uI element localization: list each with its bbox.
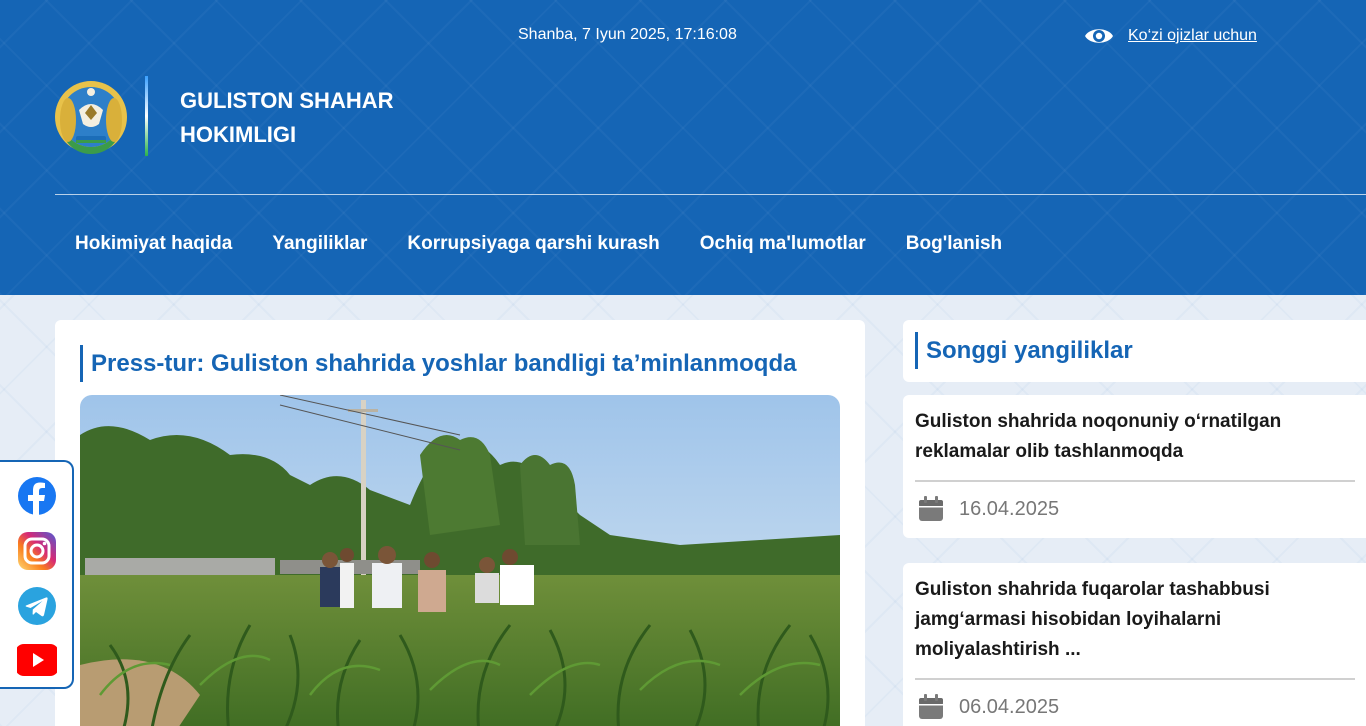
field-photo bbox=[80, 395, 840, 726]
state-emblem-icon[interactable] bbox=[54, 80, 128, 154]
news-card[interactable]: Guliston shahrida fuqarolar tashabbusi j… bbox=[903, 563, 1366, 726]
news-date: 06.04.2025 bbox=[959, 695, 1060, 718]
calendar-icon bbox=[919, 496, 943, 521]
facebook-icon bbox=[18, 477, 56, 515]
article-image[interactable] bbox=[80, 395, 840, 726]
organization-title[interactable]: GULISTON SHAHAR HOKIMLIGI bbox=[180, 84, 394, 152]
latest-news-header: Songgi yangiliklar bbox=[903, 320, 1366, 382]
nav-item-ochiq-malumotlar[interactable]: Ochiq ma'lumotlar bbox=[700, 233, 866, 255]
facebook-link[interactable] bbox=[17, 476, 57, 516]
organization-title-line1: GULISTON SHAHAR bbox=[180, 88, 394, 113]
youtube-link[interactable] bbox=[17, 640, 57, 680]
current-datetime: Shanba, 7 Iyun 2025, 17:16:08 bbox=[518, 26, 737, 43]
instagram-icon bbox=[18, 532, 56, 570]
latest-news-heading: Songgi yangiliklar bbox=[915, 332, 1133, 369]
organization-title-line2: HOKIMLIGI bbox=[180, 122, 297, 147]
news-title[interactable]: Guliston shahrida fuqarolar tashabbusi j… bbox=[915, 575, 1355, 665]
news-date: 16.04.2025 bbox=[959, 497, 1060, 520]
news-title[interactable]: Guliston shahrida noqonuniy o‘rnatilgan … bbox=[915, 407, 1355, 467]
news-card[interactable]: Guliston shahrida noqonuniy o‘rnatilgan … bbox=[903, 395, 1366, 538]
eye-icon bbox=[1085, 29, 1113, 43]
nav-item-yangiliklar[interactable]: Yangiliklar bbox=[272, 233, 367, 255]
news-divider bbox=[915, 678, 1355, 680]
accessibility-link[interactable]: Ko‘zi ojizlar uchun bbox=[1128, 27, 1257, 45]
accessibility-toggle[interactable]: Ko‘zi ojizlar uchun bbox=[1084, 24, 1257, 48]
logo-divider bbox=[145, 76, 148, 156]
nav-item-korrupsiyaga-qarshi-kurash[interactable]: Korrupsiyaga qarshi kurash bbox=[407, 233, 659, 255]
calendar-icon bbox=[919, 694, 943, 719]
nav-item-boglanish[interactable]: Bog'lanish bbox=[906, 233, 1002, 255]
nav-item-hokimiyat-haqida[interactable]: Hokimiyat haqida bbox=[75, 233, 232, 255]
news-date-row: 06.04.2025 bbox=[917, 693, 1059, 721]
telegram-icon bbox=[18, 587, 56, 625]
news-date-row: 16.04.2025 bbox=[917, 495, 1059, 523]
social-links-bar bbox=[0, 460, 74, 689]
news-divider bbox=[915, 480, 1355, 482]
site-header: Shanba, 7 Iyun 2025, 17:16:08 Ko‘zi ojiz… bbox=[0, 0, 1366, 295]
article-title[interactable]: Press-tur: Guliston shahrida yoshlar ban… bbox=[80, 345, 796, 382]
youtube-icon bbox=[17, 644, 57, 676]
instagram-link[interactable] bbox=[17, 531, 57, 571]
article-card: Press-tur: Guliston shahrida yoshlar ban… bbox=[55, 320, 865, 726]
header-divider bbox=[55, 194, 1366, 195]
telegram-link[interactable] bbox=[17, 586, 57, 626]
main-nav: Hokimiyat haqida Yangiliklar Korrupsiyag… bbox=[75, 233, 1002, 255]
